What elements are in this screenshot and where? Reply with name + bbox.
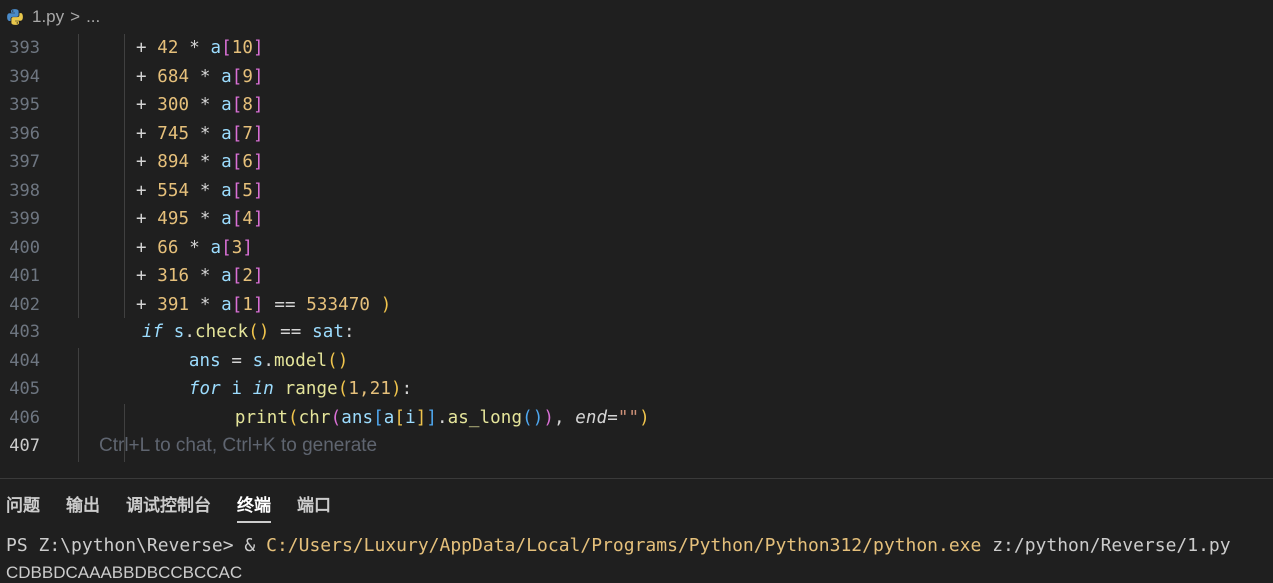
code-line[interactable]: 406 print(chr(ans[a[i]].as_long()), end=… <box>0 404 1273 433</box>
terminal-command-line[interactable]: PS Z:\python\Reverse> & C:/Users/Luxury/… <box>6 535 1231 556</box>
code-line-current[interactable]: 407 Ctrl+L to chat, Ctrl+K to generate <box>0 432 1273 461</box>
line-number: 397 <box>9 152 40 173</box>
index: 7 <box>242 123 254 144</box>
tab-debug-console[interactable]: 调试控制台 <box>126 491 211 521</box>
line-number: 398 <box>9 180 40 201</box>
variable: i <box>405 408 416 429</box>
coefficient: 42 <box>157 38 179 59</box>
line-number: 396 <box>9 123 40 144</box>
code-editor[interactable]: 393 + 42 * a[10] 394 + 684 * a[9] 395 + 300 *… <box>0 34 1273 478</box>
index: 6 <box>242 152 254 173</box>
line-number: 399 <box>9 209 40 230</box>
terminal-arg: z:/python/Reverse/1.py <box>981 535 1231 556</box>
bottom-panel: 问题 输出 调试控制台 终端 端口 PS Z:\python\Reverse> … <box>0 478 1273 583</box>
tab-ports[interactable]: 端口 <box>297 491 331 521</box>
code-line[interactable]: 401 + 316 * a[2] <box>0 262 1273 291</box>
index: 5 <box>242 180 254 201</box>
code-line[interactable]: 393 + 42 * a[10] <box>0 34 1273 63</box>
python-file-icon <box>7 9 23 25</box>
line-number: 407 <box>9 436 40 457</box>
coefficient: 495 <box>157 209 190 230</box>
breadcrumb-file[interactable]: 1.py <box>32 7 64 27</box>
code-line[interactable]: 399 + 495 * a[4] <box>0 205 1273 234</box>
index: 8 <box>242 95 254 116</box>
variable: a <box>383 408 395 429</box>
terminal-exe-path: C:/Users/Luxury/AppData/Local/Programs/P… <box>266 535 982 556</box>
tab-problems[interactable]: 问题 <box>6 491 40 521</box>
string-literal: "" <box>617 408 640 429</box>
coefficient: 745 <box>157 123 190 144</box>
coefficient: 300 <box>157 95 190 116</box>
line-number: 394 <box>9 66 40 87</box>
terminal-prompt: PS Z:\python\Reverse> <box>6 535 245 556</box>
breadcrumb-more[interactable]: ... <box>86 7 100 27</box>
code-line[interactable]: 398 + 554 * a[5] <box>0 177 1273 206</box>
tab-terminal[interactable]: 终端 <box>237 491 271 523</box>
code-line[interactable]: 394 + 684 * a[9] <box>0 63 1273 92</box>
code-line[interactable]: 400 + 66 * a[3] <box>0 234 1273 263</box>
keyword-arg: end <box>575 408 608 429</box>
method: as_long <box>447 408 523 429</box>
terminal-amp: & <box>244 535 267 556</box>
line-number: 406 <box>9 408 40 429</box>
line-number: 395 <box>9 95 40 116</box>
ai-hint: Ctrl+L to chat, Ctrl+K to generate <box>99 435 378 457</box>
index: 9 <box>242 66 254 87</box>
code-line[interactable]: 396 + 745 * a[7] <box>0 120 1273 149</box>
breadcrumb: 1.py > ... <box>0 0 1273 34</box>
terminal-output: CDBBDCAAABBDBCCBCCAC <box>6 563 243 582</box>
line-number: 401 <box>9 266 40 287</box>
line-number: 403 <box>9 322 40 343</box>
code-line[interactable]: 397 + 894 * a[6] <box>0 148 1273 177</box>
coefficient: 554 <box>157 180 190 201</box>
tab-output[interactable]: 输出 <box>66 491 100 521</box>
index: 4 <box>242 209 254 230</box>
line-number: 405 <box>9 379 40 400</box>
panel-tabs: 问题 输出 调试控制台 终端 端口 <box>0 491 351 523</box>
function: chr <box>298 408 331 429</box>
coefficient: 894 <box>157 152 190 173</box>
line-number: 393 <box>9 38 40 59</box>
line-number: 404 <box>9 351 40 372</box>
code-line[interactable]: 395 + 300 * a[8] <box>0 91 1273 120</box>
breadcrumb-separator: > <box>70 7 81 26</box>
variable: ans <box>341 408 374 429</box>
line-number: 402 <box>9 294 40 315</box>
coefficient: 684 <box>157 66 190 87</box>
index: 3 <box>231 237 243 258</box>
index: 2 <box>242 266 254 287</box>
coefficient: 66 <box>157 237 179 258</box>
line-number: 400 <box>9 237 40 258</box>
function: print <box>234 408 289 429</box>
coefficient: 316 <box>157 266 190 287</box>
index: 10 <box>231 38 254 59</box>
